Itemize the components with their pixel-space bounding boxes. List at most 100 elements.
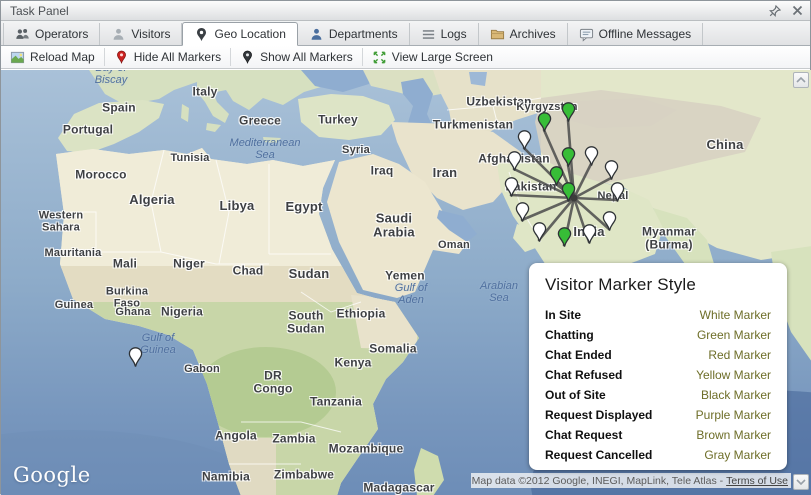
map-label-morocco: Morocco — [75, 167, 127, 182]
visitor-marker-chatting[interactable] — [561, 102, 576, 123]
tab-operators[interactable]: Operators — [3, 23, 101, 45]
task-panel-window: Task Panel Operators Visitors Geo Location… — [0, 0, 811, 495]
tab-label: Offline Messages — [598, 27, 692, 41]
legend-status-label: Chat Request — [545, 428, 623, 442]
pin-icon[interactable] — [768, 4, 782, 18]
red-pin-icon — [114, 50, 129, 65]
visitor-marker-chatting[interactable] — [537, 112, 552, 133]
tab-label: Archives — [509, 27, 556, 41]
water-label-gulf-of-guinea: Gulf of Guinea — [140, 331, 176, 356]
map-label-gabon: Gabon — [184, 363, 220, 376]
map-label-kenya: Kenya — [334, 355, 372, 370]
legend-status-label: Chat Ended — [545, 348, 612, 362]
visitor-marker-in-site[interactable] — [584, 146, 599, 167]
map-label-tunisia: Tunisia — [170, 152, 210, 165]
map-label-zimbabwe: Zimbabwe — [273, 467, 335, 482]
legend-row-chat-ended: Chat Ended Red Marker — [545, 345, 771, 365]
map-label-portugal: Portugal — [62, 122, 114, 137]
visitor-marker-in-site[interactable] — [515, 202, 530, 223]
water-label-bay-of-biscay: Bay of Biscay — [94, 70, 128, 86]
map-label-namibia: Namibia — [201, 469, 251, 484]
scroll-up-button[interactable] — [793, 72, 809, 88]
visitor-marker-in-site[interactable] — [602, 211, 617, 232]
map-label-china: China — [706, 137, 744, 153]
legend-marker-value: Purple Marker — [695, 408, 771, 422]
tab-departments[interactable]: Departments — [298, 23, 410, 45]
legend-title: Visitor Marker Style — [545, 275, 697, 294]
tab-label: Geo Location — [214, 27, 286, 41]
map-label-chad: Chad — [232, 263, 264, 278]
map-label-mozambique: Mozambique — [328, 441, 404, 456]
map-label-mali: Mali — [112, 256, 138, 271]
reload-map-icon — [10, 50, 25, 65]
map-label-sudan: Sudan — [288, 266, 330, 282]
scroll-down-button[interactable] — [793, 474, 809, 490]
tab-offline-messages[interactable]: Offline Messages — [568, 23, 704, 45]
tab-geo-location[interactable]: Geo Location — [182, 22, 298, 46]
tab-label: Visitors — [131, 27, 171, 41]
legend-marker-value: Brown Marker — [696, 428, 771, 442]
legend-marker-value: Gray Marker — [704, 448, 771, 462]
tab-visitors[interactable]: Visitors — [100, 23, 183, 45]
legend-status-label: In Site — [545, 308, 582, 322]
operators-icon — [15, 27, 30, 42]
visitor-marker-in-site[interactable] — [128, 347, 143, 368]
tab-archives[interactable]: Archives — [479, 23, 568, 45]
visitor-marker-in-site[interactable] — [507, 151, 522, 172]
show-all-markers-button[interactable]: Show All Markers — [231, 46, 362, 68]
toolbar-button-label: Hide All Markers — [133, 50, 222, 64]
map-label-egypt: Egypt — [285, 199, 323, 215]
attribution-text: Map data ©2012 Google, INEGI, MapLink, T… — [471, 474, 724, 487]
water-label-mediterranean-sea: Mediterranean Sea — [229, 136, 301, 161]
visitor-marker-in-site[interactable] — [604, 160, 619, 181]
map-label-nigeria: Nigeria — [160, 304, 204, 319]
reload-map-button[interactable]: Reload Map — [1, 46, 104, 68]
legend-marker-value: Yellow Marker — [696, 368, 771, 382]
legend-row-in-site: In Site White Marker — [545, 305, 771, 325]
visitor-marker-in-site[interactable] — [517, 130, 532, 151]
legend-status-label: Chat Refused — [545, 368, 623, 382]
close-icon[interactable] — [790, 4, 804, 18]
map-label-iraq: Iraq — [370, 163, 394, 178]
map-label-mauritania: Mauritania — [44, 247, 102, 260]
map-view[interactable]: Google Map data ©2012 Google, INEGI, Map… — [1, 70, 811, 495]
visitor-marker-in-site[interactable] — [610, 182, 625, 203]
visitor-marker-in-site[interactable] — [582, 224, 597, 245]
visitor-marker-chatting[interactable] — [561, 147, 576, 168]
geo-pin-icon — [194, 27, 209, 42]
tab-bar: Operators Visitors Geo Location Departments… — [1, 21, 810, 46]
map-label-turkmenistan: Turkmenistan — [432, 117, 514, 132]
map-attribution: Map data ©2012 Google, INEGI, MapLink, T… — [471, 473, 791, 488]
departments-icon — [309, 27, 324, 42]
view-large-screen-button[interactable]: View Large Screen — [363, 46, 502, 68]
google-logo: Google — [13, 463, 91, 487]
map-label-angola: Angola — [215, 428, 257, 443]
legend-row-request-cancelled: Request Cancelled Gray Marker — [545, 445, 771, 465]
tab-label: Logs — [440, 27, 467, 41]
logs-icon — [421, 27, 436, 42]
window-title: Task Panel — [10, 3, 69, 18]
water-label-gulf-of-aden: Gulf of Aden — [394, 281, 428, 306]
archives-icon — [490, 27, 505, 42]
legend-row-chat-refused: Chat Refused Yellow Marker — [545, 365, 771, 385]
map-label-italy: Italy — [192, 84, 218, 99]
legend-status-label: Request Cancelled — [545, 448, 653, 462]
visitor-marker-chatting[interactable] — [561, 182, 576, 203]
hide-all-markers-button[interactable]: Hide All Markers — [105, 46, 230, 68]
map-label-western-sahara: Western Sahara — [38, 209, 84, 233]
tab-label: Operators — [35, 27, 89, 41]
visitor-marker-in-site[interactable] — [532, 222, 547, 243]
visitor-marker-in-site[interactable] — [504, 177, 519, 198]
legend-row-request-displayed: Request Displayed Purple Marker — [545, 405, 771, 425]
tab-logs[interactable]: Logs — [410, 23, 479, 45]
map-label-south-sudan: South Sudan — [287, 308, 325, 335]
water-label-arabian-sea: Arabian Sea — [480, 279, 518, 304]
terms-of-use-link[interactable]: Terms of Use — [726, 475, 788, 487]
visitor-marker-chatting[interactable] — [557, 227, 572, 248]
title-bar: Task Panel — [1, 1, 810, 21]
legend-status-label: Request Displayed — [545, 408, 653, 422]
tab-label: Departments — [328, 27, 398, 41]
legend-marker-value: Green Marker — [696, 328, 771, 342]
map-label-zambia: Zambia — [272, 431, 316, 446]
map-label-somalia: Somalia — [369, 341, 417, 356]
